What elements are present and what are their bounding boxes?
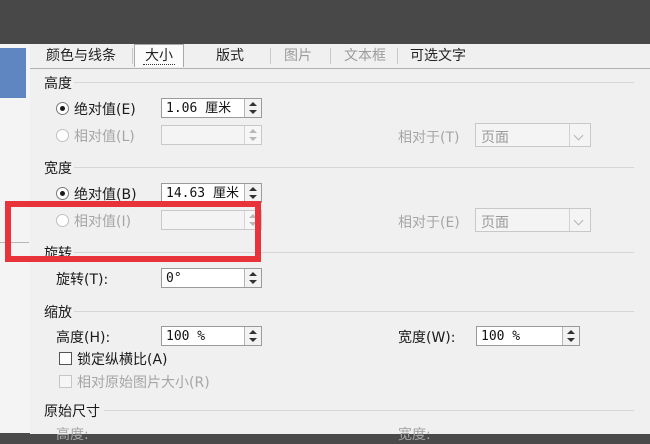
width-relative-to-select[interactable]: 页面 [475,208,591,232]
height-relative-to-value: 页面 [481,130,509,146]
rotation-input[interactable]: 0° [161,268,262,288]
height-relative-to-select[interactable]: 页面 [475,123,591,147]
scale-height-spinner[interactable] [244,327,261,345]
tab-separator [270,48,271,64]
width-absolute-spinner[interactable] [244,184,261,202]
scale-group-title: 缩放 [44,305,72,321]
height-group-title: 高度 [44,76,72,92]
scale-width-spinner[interactable] [562,327,579,345]
left-selection-accent [0,48,26,98]
height-relative-input[interactable] [161,125,262,145]
relative-original-label: 相对原始图片大小(R) [77,375,210,391]
width-absolute-input[interactable]: 14.63 厘米 [161,183,262,203]
scale-height-value: 100 % [166,329,206,344]
chevron-down-icon[interactable] [569,209,590,231]
width-absolute-value: 14.63 厘米 [166,186,239,201]
tab-separator [397,48,398,64]
lock-aspect-label: 锁定纵横比(A) [77,352,168,368]
width-absolute-radio[interactable] [56,187,69,200]
height-absolute-label: 绝对值(E) [74,102,136,118]
height-relative-spinner[interactable] [244,126,261,144]
chevron-down-icon[interactable] [569,124,590,146]
tab-layout[interactable]: 版式 [208,46,252,66]
rotation-value: 0° [166,271,182,286]
rotation-highlight-box [5,201,261,262]
height-absolute-input[interactable]: 1.06 厘米 [161,98,262,118]
width-relative-to-label: 相对于(E) [398,215,460,231]
rotation-spinner[interactable] [244,269,261,287]
lock-aspect-checkbox[interactable] [59,352,72,365]
tab-picture[interactable]: 图片 [276,46,320,66]
scale-width-label: 宽度(W): [398,330,456,346]
height-absolute-spinner[interactable] [244,99,261,117]
height-absolute-value: 1.06 厘米 [166,101,232,116]
scale-width-value: 100 % [481,329,521,344]
original-height-label: 高度: [56,427,89,443]
relative-original-checkbox[interactable] [59,375,72,388]
tab-color-lines[interactable]: 颜色与线条 [38,46,124,66]
tab-size[interactable]: 大小 [134,44,184,67]
width-group-title: 宽度 [44,161,72,177]
app-title-bar [0,0,650,44]
tab-bar: 颜色与线条 大小 版式 图片 文本框 可选文字 [30,44,650,68]
tab-separator [330,48,331,64]
original-size-group-title: 原始尺寸 [44,404,100,420]
height-relative-radio[interactable] [56,129,69,142]
tab-textbox[interactable]: 文本框 [336,46,394,66]
tab-alt-text[interactable]: 可选文字 [402,46,474,66]
scale-height-label: 高度(H): [56,330,111,346]
width-relative-to-value: 页面 [481,215,509,231]
scale-height-input[interactable]: 100 % [161,326,262,346]
scale-width-input[interactable]: 100 % [476,326,580,346]
height-relative-to-label: 相对于(T) [398,130,460,146]
original-width-label: 宽度: [398,427,431,443]
height-relative-label: 相对值(L) [74,129,135,145]
tab-separator [132,48,133,64]
rotation-label: 旋转(T): [56,272,109,288]
height-absolute-radio[interactable] [56,102,69,115]
